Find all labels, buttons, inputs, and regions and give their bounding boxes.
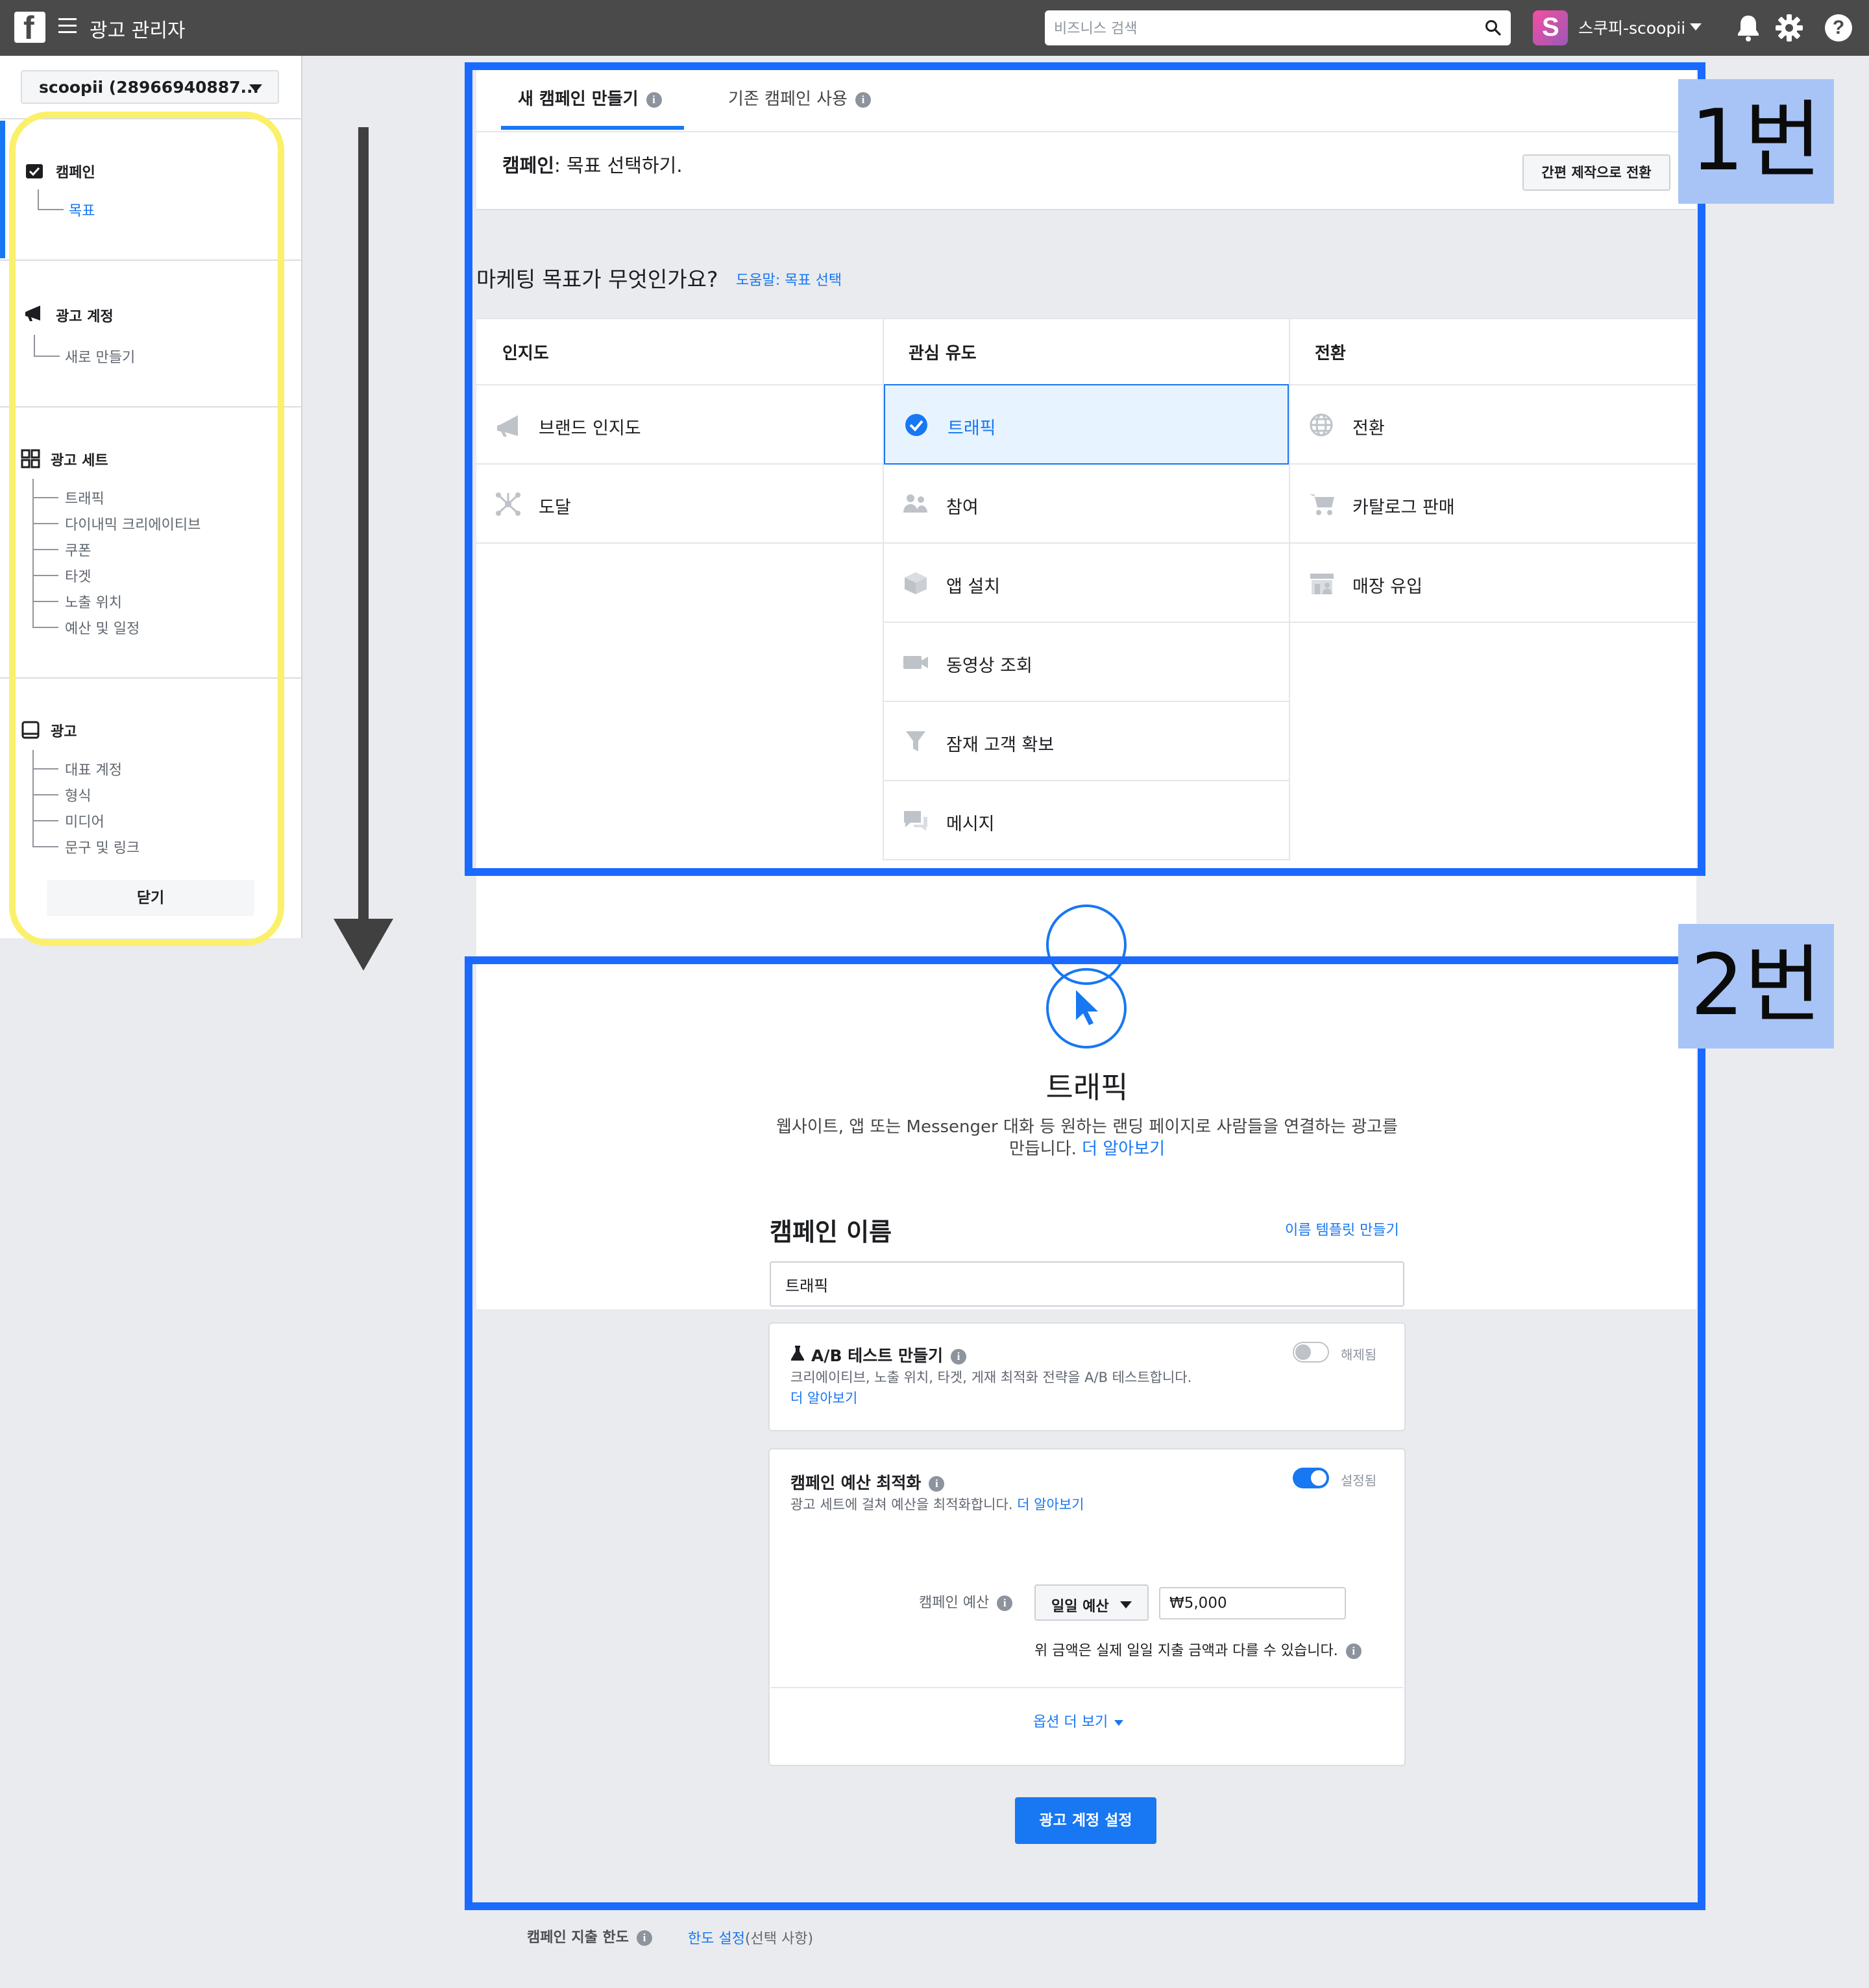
spend-limit-label-text: 캠페인 지출 한도	[527, 1930, 629, 1946]
hamburger-menu-icon[interactable]	[58, 18, 77, 36]
chevron-down-icon[interactable]	[1690, 23, 1702, 30]
spend-limit-label: 캠페인 지출 한도 i	[527, 1926, 652, 1946]
search-input[interactable]	[1053, 17, 1471, 40]
account-avatar[interactable]: S	[1533, 10, 1568, 45]
down-arrow-icon	[358, 127, 369, 925]
down-arrow-head	[334, 919, 393, 971]
set-limit-link[interactable]: 한도 설정	[688, 1931, 745, 1947]
sidebar-border	[301, 56, 302, 938]
annotation-box-2	[465, 956, 1705, 1910]
annotation-label-2: 2번	[1678, 924, 1834, 1049]
ad-account-select-label: scoopii (28966940887...	[39, 78, 260, 97]
facebook-logo[interactable]: f	[14, 10, 45, 46]
settings-gear-icon[interactable]	[1774, 13, 1804, 43]
sidebar-active-indicator	[0, 121, 5, 258]
search-icon[interactable]	[1485, 19, 1502, 36]
business-search[interactable]	[1045, 10, 1511, 45]
spend-limit-setting: 한도 설정(선택 사항)	[688, 1927, 813, 1948]
chevron-down-icon	[249, 84, 262, 92]
info-icon[interactable]: i	[637, 1930, 652, 1946]
sidebar-highlight-outline	[9, 112, 284, 946]
account-name[interactable]: 스쿠피-scoopii	[1578, 16, 1685, 39]
avatar-initial: S	[1542, 13, 1559, 42]
ad-account-select[interactable]: scoopii (28966940887...	[21, 70, 279, 104]
logo-letter: f	[23, 10, 34, 46]
annotation-box-1	[465, 62, 1705, 876]
notification-bell-icon[interactable]	[1734, 13, 1763, 43]
app-title: 광고 관리자	[90, 19, 186, 42]
annotation-label-1: 1번	[1678, 79, 1834, 204]
help-icon[interactable]: ?	[1825, 14, 1852, 42]
optional-note: (선택 사항)	[744, 1931, 814, 1947]
